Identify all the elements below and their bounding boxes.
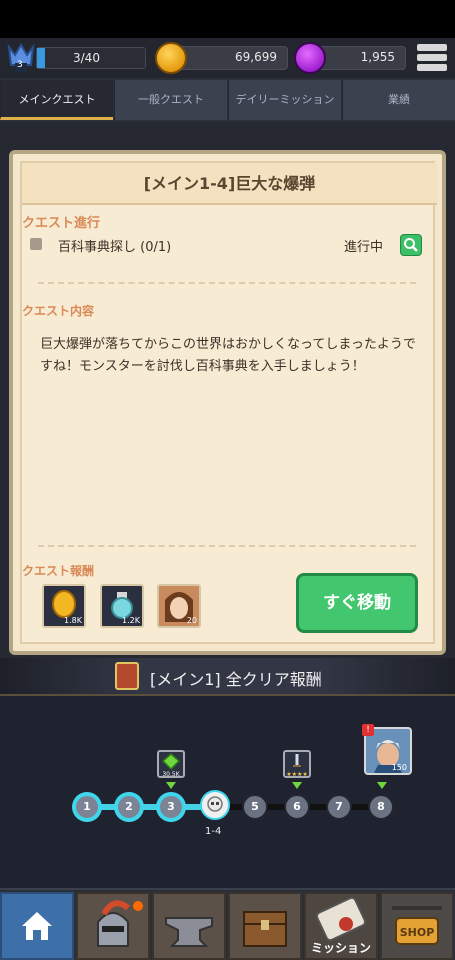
stage-node-2[interactable]: 2 (116, 794, 142, 820)
boss-amount: 150 (391, 763, 407, 772)
arrow-down-icon (292, 782, 302, 789)
current-stage-hero-icon[interactable] (200, 790, 230, 820)
task-checkbox (30, 238, 42, 250)
reward-amount: 1.8K (64, 616, 82, 625)
stamina-value: 3/40 (73, 51, 100, 65)
nav-heroes[interactable] (76, 892, 150, 960)
nav-shop[interactable]: SHOP (380, 892, 454, 960)
stage-node-1[interactable]: 1 (74, 794, 100, 820)
stage-node-6[interactable]: 6 (284, 794, 310, 820)
current-stage-label: 1-4 (205, 826, 222, 837)
tab-general-quest[interactable]: 一般クエスト (114, 80, 227, 120)
coin-icon (155, 42, 187, 74)
stamina-fill (37, 48, 45, 68)
status-bar (0, 0, 455, 38)
nav-mission-label: ミッション (310, 941, 371, 955)
stage-node-7[interactable]: 7 (326, 794, 352, 820)
task-status: 進行中 (344, 240, 384, 255)
gem-icon (294, 42, 326, 74)
nav-mission[interactable]: ミッション (304, 892, 378, 960)
nav-inventory[interactable] (228, 892, 302, 960)
arrow-down-icon (166, 782, 176, 789)
coin-counter[interactable]: 69,699 (170, 46, 288, 70)
item-amount: 30.5K (162, 771, 180, 778)
stage-node-5[interactable]: 5 (242, 794, 268, 820)
reward-coin[interactable]: 1.8K (42, 584, 86, 628)
bottom-nav: ミッション SHOP (0, 888, 455, 960)
go-now-button[interactable]: すぐ移動 (296, 573, 418, 633)
resource-bar: 3 3/40 69,699 1,955 (0, 38, 455, 78)
tab-main-quest[interactable]: メインクエスト (0, 80, 113, 120)
gem-value: 1,955 (360, 50, 395, 64)
scroll-icon (315, 896, 367, 942)
tab-achievements[interactable]: 業績 (342, 80, 455, 120)
track-progress (86, 804, 216, 810)
tab-daily-mission[interactable]: デイリーミッション (228, 80, 341, 120)
divider (38, 282, 416, 284)
alert-badge: ! (362, 724, 374, 736)
stage-node-8[interactable]: 8 (368, 794, 394, 820)
gem-bundle-icon (161, 753, 181, 771)
level-badge: 3 (17, 60, 23, 70)
arrow-down-icon (377, 782, 387, 789)
search-icon (404, 238, 418, 252)
quest-tabs: メインクエスト 一般クエスト デイリーミッション 業績 (0, 78, 455, 122)
quest-title: [メイン1-4]巨大な爆弾 (22, 163, 437, 205)
knight-helmet-icon (97, 900, 143, 947)
all-clear-reward-banner[interactable]: [メイン1] 全クリア報酬 (0, 658, 455, 696)
coin-value: 69,699 (235, 50, 277, 64)
menu-icon[interactable] (415, 42, 449, 74)
reward-hero[interactable]: 20 (157, 584, 201, 628)
nav-home[interactable] (0, 892, 74, 960)
sword-icon (293, 754, 301, 767)
quest-progress-label: クエスト進行 (22, 216, 101, 231)
search-button[interactable] (400, 234, 422, 256)
anvil-icon (165, 917, 213, 947)
reward-book-icon (115, 662, 139, 690)
stage-reward-item[interactable]: 30.5K (157, 750, 185, 778)
reward-potion[interactable]: 1.2K (100, 584, 144, 628)
reward-amount: 1.2K (122, 616, 140, 625)
crown-level-icon[interactable]: 3 (6, 41, 36, 73)
chest-icon (243, 911, 287, 947)
task-text: 百科事典探し (0/1) (58, 240, 172, 255)
reward-amount: 20 (186, 616, 197, 625)
divider (38, 545, 416, 547)
quest-content-label: クエスト内容 (22, 304, 95, 318)
stage-node-3[interactable]: 3 (158, 794, 184, 820)
home-icon (22, 912, 52, 940)
all-clear-label: [メイン1] 全クリア報酬 (150, 670, 322, 689)
quest-description: 巨大爆弾が落ちてからこの世界はおかしくなってしまったようですね！モンスターを討伐… (40, 337, 416, 374)
stamina-bar[interactable]: 3/40 (36, 47, 146, 69)
nav-forge[interactable] (152, 892, 226, 960)
shop-label: SHOP (399, 926, 435, 939)
stage-reward-item[interactable]: ★★★★ (283, 750, 311, 778)
item-stars: ★★★★ (286, 771, 308, 778)
quest-rewards-label: クエスト報酬 (22, 564, 95, 578)
